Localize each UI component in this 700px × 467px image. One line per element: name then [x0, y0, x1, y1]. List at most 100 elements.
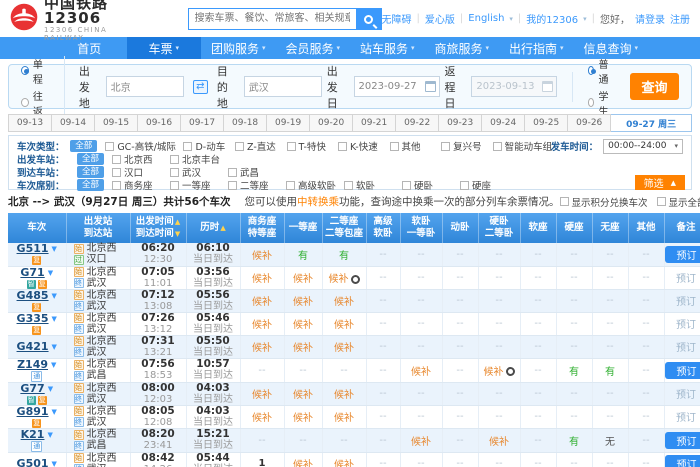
filter-option[interactable]: D-动车 [183, 139, 235, 153]
date-tab[interactable]: 09-21 [353, 114, 396, 132]
expand-caret-icon[interactable]: ▼ [47, 429, 52, 441]
filter-option[interactable]: 商务座 [112, 178, 170, 192]
date-tab[interactable]: 09-22 [396, 114, 439, 132]
train-badges: 智复 [8, 279, 66, 289]
filter-option[interactable]: 武汉 [170, 165, 228, 179]
english-link[interactable]: English [468, 13, 504, 24]
filter-button[interactable]: 筛选 ▲ [635, 175, 685, 190]
book-button-disabled[interactable]: 预订 [676, 320, 696, 331]
column-header[interactable]: 历时▲ [186, 213, 240, 243]
filter-option[interactable]: 北京丰台 [170, 152, 228, 166]
login-link[interactable]: 请登录 [635, 11, 665, 26]
book-button-disabled[interactable]: 预订 [676, 343, 696, 354]
column-header[interactable]: 出发时间▲到达时间▼ [130, 213, 186, 243]
sort-asc-icon[interactable]: ▲ [175, 218, 180, 226]
expand-caret-icon[interactable]: ▼ [52, 290, 57, 302]
normal-passenger-radio[interactable]: 普通 [588, 56, 611, 86]
sort-asc-icon[interactable]: ▲ [220, 224, 225, 232]
date-tab[interactable]: 09-26 [568, 114, 611, 132]
date-tab-active[interactable]: 09-27 周三 [611, 114, 692, 132]
swap-stations-icon[interactable]: ⇄ [193, 80, 208, 94]
filter-option[interactable]: Z-直达 [235, 139, 287, 153]
student-passenger-radio[interactable]: 学生 [588, 88, 611, 118]
transfer-link[interactable]: 中转换乘 [297, 196, 339, 208]
search-input[interactable] [188, 8, 356, 30]
show-all-bookable-checkbox[interactable]: 显示全部可预订车次 [657, 195, 700, 209]
train-number-link[interactable]: G77 [20, 383, 44, 395]
from-station-input[interactable] [106, 76, 184, 97]
date-tab[interactable]: 09-14 [52, 114, 95, 132]
filter-option[interactable]: 北京西 [112, 152, 170, 166]
book-button-disabled[interactable]: 预订 [676, 390, 696, 401]
date-tab[interactable]: 09-23 [439, 114, 482, 132]
expand-caret-icon[interactable]: ▼ [51, 359, 56, 371]
expand-caret-icon[interactable]: ▼ [52, 458, 57, 467]
train-number-link[interactable]: G511 [17, 243, 49, 255]
date-tab[interactable]: 09-15 [95, 114, 138, 132]
filter-option[interactable]: 软卧 [344, 178, 402, 192]
filter-option[interactable]: 硬卧 [402, 178, 460, 192]
filter-option[interactable]: 一等座 [170, 178, 228, 192]
filter-all-button[interactable]: 全部 [77, 179, 104, 191]
train-number-link[interactable]: K21 [21, 429, 45, 441]
expand-caret-icon[interactable]: ▼ [48, 267, 53, 279]
book-button-disabled[interactable]: 预订 [676, 297, 696, 308]
train-number-link[interactable]: G335 [17, 313, 49, 325]
expand-caret-icon[interactable]: ▼ [52, 341, 57, 353]
depart-time-select[interactable]: 00:00--24:00▾ [603, 139, 683, 154]
date-tab[interactable]: 09-25 [525, 114, 568, 132]
care-version-link[interactable]: 爱心版 [425, 11, 455, 26]
filter-option[interactable]: GC-高铁/城际 [105, 139, 183, 153]
book-button-disabled[interactable]: 预订 [676, 274, 696, 285]
date-tab[interactable]: 09-18 [224, 114, 267, 132]
date-tab[interactable]: 09-20 [310, 114, 353, 132]
my-12306-link[interactable]: 我的12306 [526, 11, 578, 26]
query-button[interactable]: 查询 [630, 73, 679, 100]
train-number-link[interactable]: G71 [20, 267, 44, 279]
roundtrip-radio[interactable]: 往返 [21, 88, 50, 118]
logo[interactable]: 中国铁路12306 12306 CHINA RAILWAY [10, 0, 140, 42]
train-number-link[interactable]: G485 [17, 290, 49, 302]
points-exchange-checkbox[interactable]: 显示积分兑换车次 [560, 195, 648, 209]
book-button[interactable]: 预订 [665, 432, 700, 449]
date-tab[interactable]: 09-19 [267, 114, 310, 132]
train-number-link[interactable]: G891 [17, 406, 49, 418]
filter-all-button[interactable]: 全部 [70, 140, 97, 152]
register-link[interactable]: 注册 [670, 11, 690, 26]
oneway-radio[interactable]: 单程 [21, 56, 50, 86]
search-button[interactable] [356, 8, 382, 30]
filter-option[interactable]: 其他 [390, 139, 442, 153]
expand-caret-icon[interactable]: ▼ [52, 313, 57, 325]
accessible-link[interactable]: 无障碍 [382, 11, 412, 26]
calendar-icon[interactable] [425, 81, 436, 92]
date-tab[interactable]: 09-13 [8, 114, 52, 132]
book-button-disabled[interactable]: 预订 [676, 413, 696, 424]
filter-all-button[interactable]: 全部 [77, 153, 104, 165]
book-button[interactable]: 预订 [665, 455, 700, 467]
train-number-link[interactable]: G421 [17, 341, 49, 353]
seat-cell: 候补 [284, 452, 322, 467]
filter-option[interactable]: 汉口 [112, 165, 170, 179]
expand-caret-icon[interactable]: ▼ [48, 383, 53, 395]
train-number-link[interactable]: G501 [17, 458, 49, 467]
expand-caret-icon[interactable]: ▼ [52, 243, 57, 255]
filter-all-button[interactable]: 全部 [77, 166, 104, 178]
filter-option[interactable]: 武昌 [228, 165, 286, 179]
filter-option[interactable]: 硬座 [460, 178, 518, 192]
filter-option[interactable]: 二等座 [228, 178, 286, 192]
train-number-link[interactable]: Z149 [17, 359, 48, 371]
date-tab[interactable]: 09-24 [482, 114, 525, 132]
filter-option[interactable]: 高级软卧 [286, 178, 344, 192]
expand-caret-icon[interactable]: ▼ [52, 406, 57, 418]
date-tab[interactable]: 09-16 [138, 114, 181, 132]
filter-option[interactable]: 复兴号 [441, 139, 493, 153]
filter-option[interactable]: 智能动车组 [493, 139, 551, 153]
filter-option[interactable]: K-快速 [338, 139, 390, 153]
date-tab[interactable]: 09-17 [181, 114, 224, 132]
to-station-input[interactable] [244, 76, 322, 97]
book-button[interactable]: 预订 [665, 362, 700, 379]
sort-desc-icon[interactable]: ▼ [175, 230, 180, 238]
book-button[interactable]: 预订 [665, 246, 700, 263]
column-header-line: 无座 [593, 222, 628, 234]
filter-option[interactable]: T-特快 [287, 139, 339, 153]
